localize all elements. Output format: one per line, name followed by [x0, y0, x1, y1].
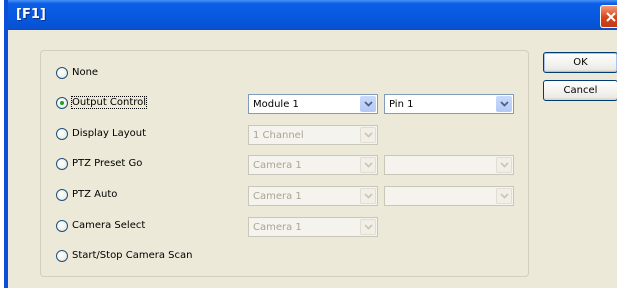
radio-camera-select[interactable] — [56, 220, 68, 232]
auto-camera-select: Camera 1 — [248, 186, 378, 206]
close-icon — [606, 11, 616, 22]
output-module-select[interactable]: Module 1 — [248, 94, 378, 114]
chevron-down-icon[interactable] — [496, 96, 512, 112]
chevron-down-icon[interactable] — [360, 96, 376, 112]
ok-button[interactable]: OK — [543, 52, 617, 73]
auto-camera-value: Camera 1 — [253, 191, 302, 202]
radio-start-stop-camera-scan[interactable] — [56, 250, 68, 262]
option-none-label: None — [72, 67, 99, 78]
chevron-down-icon — [496, 157, 512, 173]
output-pin-select[interactable]: Pin 1 — [384, 94, 514, 114]
option-ptz-preset-go-label: PTZ Preset Go — [72, 158, 143, 169]
dialog-window: [F1] None Output Control Display Layout … — [4, 0, 617, 288]
window-title: [F1] — [16, 7, 46, 22]
radio-ptz-preset-go[interactable] — [56, 158, 68, 170]
output-module-value: Module 1 — [253, 99, 299, 110]
chevron-down-icon — [360, 219, 376, 235]
option-output-control-label: Output Control — [70, 96, 148, 109]
radio-none[interactable] — [56, 67, 68, 79]
option-start-stop-camera-scan-label: Start/Stop Camera Scan — [72, 250, 193, 261]
select-camera-value: Camera 1 — [253, 222, 302, 233]
close-button[interactable] — [600, 5, 617, 28]
radio-selected-dot — [60, 101, 64, 105]
auto-value-select — [384, 186, 514, 206]
title-bar[interactable]: [F1] — [8, 0, 617, 30]
chevron-down-icon — [496, 188, 512, 204]
select-camera-select: Camera 1 — [248, 217, 378, 237]
output-pin-value: Pin 1 — [389, 99, 414, 110]
chevron-down-icon — [360, 157, 376, 173]
preset-number-select — [384, 155, 514, 175]
display-layout-value: 1 Channel — [253, 130, 304, 141]
radio-output-control[interactable] — [56, 97, 68, 109]
option-display-layout-label: Display Layout — [72, 128, 147, 139]
display-layout-select: 1 Channel — [248, 125, 378, 145]
chevron-down-icon — [360, 127, 376, 143]
radio-display-layout[interactable] — [56, 128, 68, 140]
chevron-down-icon — [360, 188, 376, 204]
preset-camera-select: Camera 1 — [248, 155, 378, 175]
option-camera-select-label: Camera Select — [72, 220, 146, 231]
option-ptz-auto-label: PTZ Auto — [72, 189, 118, 200]
cancel-button[interactable]: Cancel — [543, 80, 617, 101]
preset-camera-value: Camera 1 — [253, 160, 302, 171]
radio-ptz-auto[interactable] — [56, 189, 68, 201]
